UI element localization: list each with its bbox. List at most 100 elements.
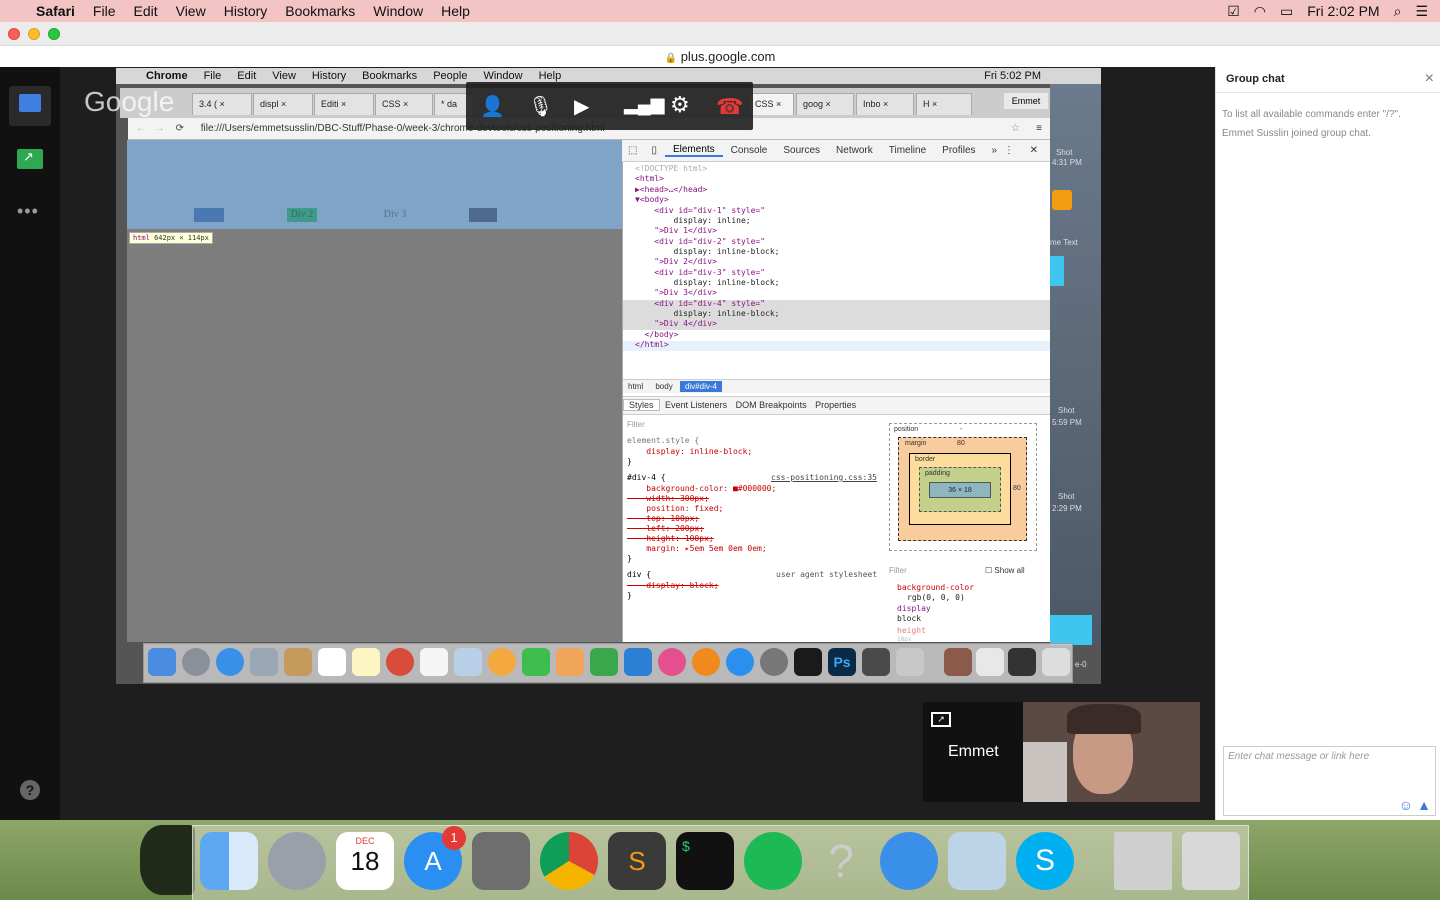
menu-view[interactable]: View xyxy=(167,3,215,19)
box-model-content: 36 × 18 xyxy=(929,482,991,498)
inner-tab: Inbo × xyxy=(856,93,914,115)
inner-menu-item: File xyxy=(203,70,222,82)
dom-line: display: inline; xyxy=(635,216,751,225)
dock-system-preferences-icon[interactable] xyxy=(472,832,530,890)
devtools-tab-timeline: Timeline xyxy=(888,145,927,156)
devtools-menu-icon: ⋮ xyxy=(1004,145,1014,156)
style-line: position: fixed; xyxy=(627,504,724,513)
chat-message-input[interactable]: Enter chat message or link here ☺ ▲ xyxy=(1223,746,1436,816)
chat-title: Group chat xyxy=(1226,73,1285,85)
wifi-icon[interactable]: ◠ xyxy=(1254,3,1266,20)
device-icon: ▯ xyxy=(651,145,657,156)
menu-edit[interactable]: Edit xyxy=(124,3,166,19)
zoom-window-button[interactable] xyxy=(48,28,60,40)
screenshare-button[interactable]: ↗ xyxy=(17,149,43,169)
inner-tab: 3.4 ( × xyxy=(192,93,252,115)
drive-attach-icon[interactable]: ▲ xyxy=(1417,797,1431,813)
subtab-event-listeners: Event Listeners xyxy=(665,400,728,410)
inner-desktop-thumb xyxy=(1050,615,1092,645)
dock-unknown-app-icon[interactable]: ? xyxy=(812,832,870,890)
emoji-icon[interactable]: ☺ xyxy=(1399,797,1413,813)
group-chat-panel: Group chat × To list all available comma… xyxy=(1215,67,1440,820)
settings-gear-icon[interactable]: ⚙ xyxy=(670,92,690,118)
checkbox-status-icon[interactable]: ☑ xyxy=(1227,3,1240,20)
desktop-label: 4:31 PM xyxy=(1052,158,1082,167)
self-camera-feed xyxy=(1023,702,1200,802)
screenshare-indicator-icon: ↗ xyxy=(931,712,951,727)
dock-trash-icon[interactable] xyxy=(1182,832,1240,890)
devtools-tab-network: Network xyxy=(836,145,873,156)
style-line: background-color: ■#000000; xyxy=(627,484,777,493)
inner-tab: Editi × xyxy=(314,93,374,115)
dock-skype-icon[interactable]: S xyxy=(1016,832,1074,890)
menu-app-safari[interactable]: Safari xyxy=(27,3,84,19)
mac-menubar: Safari File Edit View History Bookmarks … xyxy=(0,0,1440,22)
address-text: plus.google.com xyxy=(680,49,776,64)
notification-center-icon[interactable]: ☰ xyxy=(1415,3,1428,20)
close-chat-icon[interactable]: × xyxy=(1425,70,1434,88)
menu-bookmarks[interactable]: Bookmarks xyxy=(276,3,364,19)
crumb-div4: div#div-4 xyxy=(679,381,722,392)
inner-dock-keynote-icon xyxy=(624,648,652,676)
minimize-window-button[interactable] xyxy=(28,28,40,40)
computed-val: rgb(0, 0, 0) xyxy=(907,593,965,602)
battery-icon[interactable]: ▭ xyxy=(1280,3,1293,20)
menu-window[interactable]: Window xyxy=(364,3,432,19)
dom-line: </body> xyxy=(635,330,679,339)
self-view-label[interactable]: ↗ Emmet xyxy=(923,702,1023,802)
screenshare-icon: ↗ xyxy=(23,149,34,164)
div-2: Div 2 xyxy=(287,208,317,222)
dock-terminal-icon[interactable]: $ xyxy=(676,832,734,890)
computed-val: block xyxy=(897,614,922,623)
inner-dock-stack-icon xyxy=(1008,648,1036,676)
dock-finder-icon[interactable] xyxy=(200,832,258,890)
dom-line: <div id="div-2" style=" xyxy=(635,237,766,246)
menubar-clock[interactable]: Fri 2:02 PM xyxy=(1307,3,1379,19)
more-options-icon[interactable]: ••• xyxy=(17,201,39,222)
dock-safari-icon[interactable] xyxy=(880,832,938,890)
menu-help[interactable]: Help xyxy=(432,3,479,19)
dock-sublime-icon[interactable]: S xyxy=(608,832,666,890)
dock-preview-icon[interactable] xyxy=(948,832,1006,890)
camera-off-icon[interactable]: ▶ xyxy=(574,94,589,119)
dock-calendar-icon[interactable]: DEC 18 xyxy=(336,832,394,890)
styles-subtabs: Styles Event Listeners DOM Breakpoints P… xyxy=(623,397,1050,415)
hangouts-rail: ↗ ••• ? xyxy=(0,67,60,820)
inner-dock-appstore-icon xyxy=(726,648,754,676)
dom-line: display: inline-block; xyxy=(635,278,780,287)
inner-dock-facetime-icon xyxy=(522,648,550,676)
style-line: left: 200px; xyxy=(627,524,705,533)
help-icon[interactable]: ? xyxy=(20,780,40,800)
chat-toggle-button[interactable] xyxy=(9,86,51,126)
dock-launchpad-icon[interactable] xyxy=(268,832,326,890)
chrome-menu-icon: ≡ xyxy=(1036,123,1042,134)
style-source-link: css-positioning.css:35 xyxy=(771,473,877,482)
dock-screenshot-stack-icon[interactable] xyxy=(1114,832,1172,890)
inner-dock-contacts-icon xyxy=(284,648,312,676)
hang-up-icon[interactable]: ☎ xyxy=(716,94,743,120)
menu-file[interactable]: File xyxy=(84,3,125,19)
dom-line: <div id="div-1" style=" xyxy=(635,206,766,215)
style-line: display: block; xyxy=(627,581,719,590)
dom-line: <div id="div-4" style=" xyxy=(635,299,766,308)
menu-history[interactable]: History xyxy=(215,3,277,19)
style-line: display: inline-block; xyxy=(627,447,753,456)
inner-desktop-wallpaper xyxy=(1050,84,1101,644)
wallpaper-frog xyxy=(140,825,195,895)
dock-chrome-icon[interactable] xyxy=(540,832,598,890)
inner-dock-mail-icon xyxy=(250,648,278,676)
dom-line: ▶<head>…</head> xyxy=(635,185,708,194)
bandwidth-icon[interactable]: ▂▄▆ xyxy=(624,94,664,115)
mute-mic-icon[interactable]: 🎙 xyxy=(528,94,553,119)
div-3: Div 3 xyxy=(383,209,407,220)
style-line: top: 100px; xyxy=(627,514,700,523)
inner-dock-preview-icon xyxy=(454,648,482,676)
close-window-button[interactable] xyxy=(8,28,20,40)
spotlight-icon[interactable]: ⌕ xyxy=(1394,3,1402,20)
inner-menu-item: View xyxy=(272,70,296,82)
style-line: height: 100px; xyxy=(627,534,714,543)
html-close-highlight xyxy=(623,341,1050,351)
add-person-icon[interactable]: 👤 xyxy=(480,94,505,119)
address-bar[interactable]: 🔒 plus.google.com xyxy=(0,45,1440,67)
dock-spotify-icon[interactable] xyxy=(744,832,802,890)
